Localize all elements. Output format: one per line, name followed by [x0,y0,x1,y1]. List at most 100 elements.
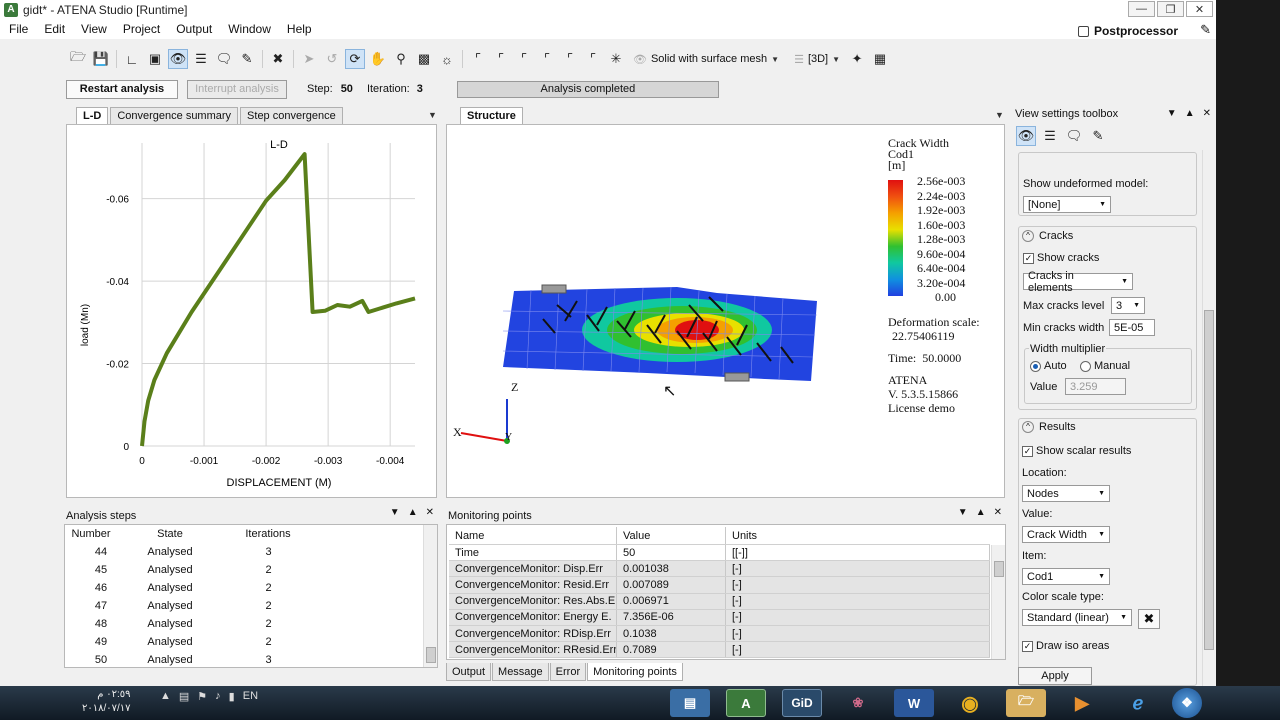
cracks-mode-select[interactable]: Cracks in elements ▼ [1023,270,1133,294]
rotate-icon[interactable]: ↺ [322,49,342,69]
table-row[interactable]: ConvergenceMonitor: RDisp.Err 0.1038 [-] [449,625,990,643]
tab-step-convergence[interactable]: Step convergence [240,107,343,124]
refresh-icon[interactable]: ⟳ [345,49,365,69]
table-icon[interactable]: ▦ [870,49,890,69]
table-row[interactable]: Time 50 [[-]] [449,545,990,562]
tab-error[interactable]: Error [549,663,587,681]
structure-tab-menu-icon[interactable]: ▼ [995,110,1004,120]
item-select[interactable]: Cod1 ▼ [1022,568,1110,585]
location-select[interactable]: Nodes ▼ [1022,485,1110,502]
scrollbar-thumb[interactable] [994,561,1004,577]
table-row[interactable]: 49 Analysed 2 [65,633,334,651]
apply-button[interactable]: Apply [1018,667,1092,685]
word-taskbar-icon[interactable]: W [894,689,934,717]
dropdown-icon[interactable]: ▼ [958,507,968,518]
table-row[interactable]: 46 Analysed 2 [65,579,334,597]
minimize-button[interactable]: — [1128,1,1155,17]
network-icon[interactable]: ▤ [179,690,189,703]
scrollbar-thumb[interactable] [1204,310,1214,650]
show-scalar-checkbox[interactable]: ✓ Show scalar results [1022,445,1131,457]
explorer-taskbar-icon[interactable]: 🗁 [1006,689,1046,717]
table-row[interactable]: ConvergenceMonitor: Energy E. 7.356E-06 [-… [449,609,990,626]
screenshot-icon[interactable]: ▩ [414,49,434,69]
max-cracks-level-select[interactable]: 3 ▼ [1111,297,1145,314]
pin-icon[interactable]: ▲ [408,507,418,518]
tab-l-d[interactable]: L-D [76,107,109,124]
restart-analysis-button[interactable]: Restart analysis [66,79,178,99]
language-indicator[interactable]: EN [243,690,258,703]
postprocessor-button[interactable]: Postprocessor [1077,24,1178,38]
tab-message[interactable]: Message [492,663,549,681]
column-header[interactable]: Units [726,527,990,544]
view-mode-dropdown[interactable]: ☰ [3D] ▼ [794,53,840,66]
multiplier-value-input[interactable]: 3.259 [1065,378,1126,395]
menu-window[interactable]: Window [220,22,279,36]
toolbox-scrollbar[interactable] [1202,150,1214,686]
table-row[interactable]: 45 Analysed 2 [65,561,334,579]
manual-radio[interactable]: Manual [1080,360,1130,372]
tab-monitoring-points[interactable]: Monitoring points [587,663,683,681]
atena-taskbar-icon[interactable]: A [726,689,766,717]
save-icon[interactable]: 💾 [91,49,111,69]
table-row[interactable]: 48 Analysed 2 [65,615,334,633]
tab-convergence-summary[interactable]: Convergence summary [110,107,239,124]
cracks-header[interactable]: ^ Cracks [1022,230,1073,243]
gid-taskbar-icon[interactable]: GiD [782,689,822,717]
edit-icon[interactable]: ✎ [1088,126,1108,146]
pin-icon[interactable]: ▲ [976,507,986,518]
table-row[interactable]: ConvergenceMonitor: Disp.Err 0.001038 [-] [449,561,990,578]
menu-edit[interactable]: Edit [36,22,73,36]
table-row[interactable]: 47 Analysed 2 [65,597,334,615]
close-icon[interactable]: ✕ [1203,108,1211,119]
light-bulb-icon[interactable]: ☼ [437,49,457,69]
network-app-icon[interactable]: ▤ [670,689,710,717]
axis-zx-icon[interactable]: ⌜ [537,49,557,69]
edit-icon[interactable]: ✎ [237,49,257,69]
maximize-button[interactable]: ❐ [1157,1,1184,17]
chart-icon[interactable]: ∟ [122,49,142,69]
steps-scrollbar[interactable] [423,525,437,667]
layers-icon[interactable]: ☰ [191,49,211,69]
system-clock[interactable]: ٠٢:٥٩ م ٢٠١٨/٠٧/١٧ [82,688,131,716]
media-player-taskbar-icon[interactable]: ▶ [1062,689,1102,717]
layers-icon[interactable]: ☰ [1040,126,1060,146]
axis-yz-icon[interactable]: ⌜ [514,49,534,69]
comment-icon[interactable]: 🗨 [214,49,234,69]
column-header[interactable]: Value [617,527,726,544]
close-button[interactable]: ✕ [1186,1,1213,17]
menu-output[interactable]: Output [168,22,220,36]
column-header[interactable]: State [117,528,223,540]
show-cracks-checkbox[interactable]: ✓ Show cracks [1023,252,1099,264]
pointer-icon[interactable]: ➤ [299,49,319,69]
axis-xy-icon[interactable]: ⌜ [468,49,488,69]
paint-taskbar-icon[interactable]: ❀ [838,689,878,717]
tab-structure[interactable]: Structure [460,107,523,124]
zoom-icon[interactable]: ⚲ [391,49,411,69]
comment-icon[interactable]: 🗨 [1064,126,1084,146]
axis-yx-icon[interactable]: ⌜ [583,49,603,69]
pin-tool-icon[interactable]: ✦ [847,49,867,69]
table-row[interactable]: ConvergenceMonitor: RResid.Err 0.7089 [-] [449,642,990,659]
menu-project[interactable]: Project [115,22,168,36]
table-row[interactable]: ConvergenceMonitor: Resid.Err 0.007089 [-] [449,577,990,594]
monitoring-scrollbar[interactable] [991,545,1005,659]
tools-icon[interactable]: ✖ [268,49,288,69]
tab-output[interactable]: Output [446,663,492,681]
display-mode-dropdown[interactable]: 👁 Solid with surface mesh ▼ [633,53,779,66]
internet-explorer-taskbar-icon[interactable]: ℯ [1118,689,1158,717]
column-header[interactable]: Name [449,527,617,544]
value-select[interactable]: Crack Width ▼ [1022,526,1110,543]
eye-icon[interactable]: 👁 [168,49,188,69]
dropdown-icon[interactable]: ▼ [1167,108,1177,119]
structure-view[interactable]: Z X Y Crack Width Cod1 [m] 2.56e-003 2.2… [446,124,1005,498]
open-icon[interactable]: 🗁 [68,49,88,69]
table-row[interactable]: 50 Analysed 3 [65,651,334,667]
draw-iso-checkbox[interactable]: ✓ Draw iso areas [1022,640,1109,652]
color-scale-tools-icon[interactable]: ✖ [1138,609,1160,629]
menu-file[interactable]: File [0,22,36,36]
column-header[interactable]: Number [65,528,117,540]
chrome-taskbar-icon[interactable]: ◉ [950,689,990,717]
table-row[interactable]: 44 Analysed 3 [65,543,334,561]
column-header[interactable]: Iterations [223,528,313,540]
pan-hand-icon[interactable]: ✋ [368,49,388,69]
